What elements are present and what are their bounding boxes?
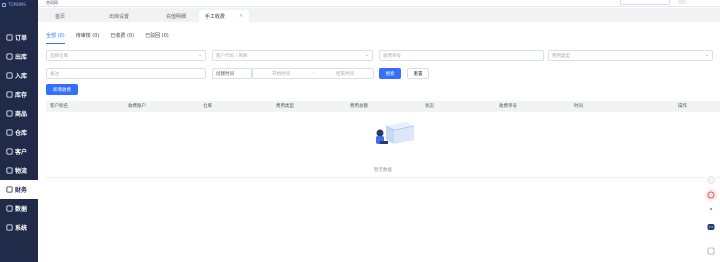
remark-input[interactable]: 备注: [46, 68, 206, 79]
warehouse-select[interactable]: 选择仓库 ⌄: [46, 50, 206, 61]
sidebar-item-inbound[interactable]: 入库: [0, 66, 38, 85]
logo-icon: [2, 2, 6, 7]
placeholder-text: 费用类型: [552, 53, 570, 59]
col-status: 状态: [425, 104, 434, 109]
help-icon[interactable]: [705, 245, 717, 257]
tab-home[interactable]: 首页: [38, 10, 82, 22]
status-tabs: 全部 (0) 待审核 (0) 已收费 (0) 已驳回 (0): [46, 32, 180, 44]
col-warehouse: 仓库: [203, 104, 212, 109]
chevron-down-icon: ⌄: [365, 53, 369, 58]
empty-text: 暂无数据: [374, 168, 392, 173]
col-fee-account: 收费账户: [128, 104, 146, 109]
top-bar: 合同网: [38, 0, 720, 7]
sidebar-item-stock[interactable]: 库存: [0, 85, 38, 104]
outbound-icon: [6, 53, 13, 60]
sidebar-item-orders[interactable]: 订单: [0, 28, 38, 47]
floating-dot-icon[interactable]: [705, 203, 717, 215]
customer-icon: [6, 148, 13, 155]
tab-label: 出库设置: [108, 13, 129, 20]
table-header: 客户别名 收费账户 仓库 费用类型 费用总额 状态 收费单号 时间 操作: [46, 101, 720, 112]
chevron-down-icon: ⌄: [705, 53, 709, 58]
date-range-picker[interactable]: 开始时间 - 结束时间: [252, 68, 374, 79]
reset-button[interactable]: 重置: [407, 68, 429, 79]
page-tabs: 首页 出库设置 充值明细 手工收费 ×: [38, 8, 720, 22]
logistics-icon: [6, 167, 13, 174]
tab-label: 充值明细: [165, 13, 186, 20]
inbound-icon: [6, 72, 13, 79]
tab-label: 手工收费: [204, 13, 225, 20]
col-time: 时间: [574, 104, 583, 109]
user-menu[interactable]: [678, 0, 686, 4]
robot-assistant-icon[interactable]: [705, 221, 717, 233]
sidebar-item-label: 财务: [15, 187, 28, 194]
empty-box-icon: [376, 122, 415, 144]
col-fee-total: 费用总额: [350, 104, 368, 109]
tab-manual-fee[interactable]: 手工收费 ×: [199, 10, 249, 22]
sidebar: TOPWMS 订单出库入库库存商品仓库客户物流财务数据系统: [0, 0, 38, 262]
sidebar-item-goods[interactable]: 商品: [0, 104, 38, 123]
sidebar-item-label: 系统: [15, 225, 28, 232]
orders-icon: [6, 34, 13, 41]
fee-type-select[interactable]: 费用类型 ⌄: [548, 50, 713, 61]
floating-share-icon[interactable]: [705, 189, 717, 201]
time-type-select[interactable]: 创建时间: [212, 68, 252, 79]
sidebar-item-label: 商品: [15, 111, 28, 118]
sidebar-item-label: 库存: [15, 92, 28, 99]
customer-select[interactable]: 客户代码 / 简称 ⌄: [212, 50, 373, 61]
sidebar-item-label: 入库: [15, 73, 28, 80]
data-icon: [6, 205, 13, 212]
placeholder-text: 收费单号: [383, 53, 401, 59]
sidebar-item-label: 客户: [15, 149, 28, 156]
goods-icon: [6, 110, 13, 117]
finance-icon: [6, 186, 13, 193]
global-search-input[interactable]: [620, 0, 670, 5]
subtab-pending[interactable]: 待审核 (0): [76, 32, 100, 44]
start-time-placeholder: 开始时间: [272, 71, 290, 77]
placeholder-text: 备注: [50, 71, 59, 77]
sidebar-item-label: 订单: [15, 35, 28, 42]
time-type-value: 创建时间: [216, 71, 234, 77]
sidebar-item-logistics[interactable]: 物流: [0, 161, 38, 180]
fee-number-input[interactable]: 收费单号: [379, 50, 544, 61]
sidebar-item-data[interactable]: 数据: [0, 199, 38, 218]
search-button[interactable]: 搜索: [379, 68, 401, 79]
add-fee-button[interactable]: 新增收费: [46, 84, 78, 95]
floating-chat-icon[interactable]: [705, 174, 717, 186]
col-fee-number: 收费单号: [499, 104, 517, 109]
system-icon: [6, 224, 13, 231]
main-content: 全部 (0) 待审核 (0) 已收费 (0) 已驳回 (0) 选择仓库 ⌄ 客户…: [38, 22, 720, 262]
sidebar-item-label: 数据: [15, 206, 28, 213]
sidebar-item-label: 出库: [15, 54, 28, 61]
warehouse-icon: [6, 129, 13, 136]
range-separator: -: [312, 71, 314, 76]
sidebar-item-label: 仓库: [15, 130, 28, 137]
subtab-all[interactable]: 全部 (0): [46, 32, 65, 44]
col-actions: 操作: [678, 104, 687, 109]
sidebar-item-customer[interactable]: 客户: [0, 142, 38, 161]
placeholder-text: 选择仓库: [50, 53, 68, 59]
top-title: 合同网: [46, 0, 58, 5]
subtab-charged[interactable]: 已收费 (0): [110, 32, 134, 44]
end-time-placeholder: 结束时间: [336, 71, 354, 77]
tab-label: 首页: [54, 13, 65, 20]
chevron-down-icon: ⌄: [198, 53, 202, 58]
table-body: 暂无数据: [46, 112, 720, 178]
close-icon[interactable]: ×: [239, 13, 243, 19]
col-fee-type: 费用类型: [276, 104, 294, 109]
sidebar-item-warehouse[interactable]: 仓库: [0, 123, 38, 142]
sidebar-item-finance[interactable]: 财务: [0, 180, 38, 199]
subtab-rejected[interactable]: 已驳回 (0): [145, 32, 169, 44]
col-customer-alias: 客户别名: [50, 104, 68, 109]
sidebar-item-outbound[interactable]: 出库: [0, 47, 38, 66]
sidebar-item-label: 物流: [15, 168, 28, 175]
stock-icon: [6, 91, 13, 98]
logo-text: TOPWMS: [8, 2, 26, 7]
placeholder-text: 客户代码 / 简称: [216, 53, 248, 59]
logo: TOPWMS: [0, 0, 38, 9]
sidebar-item-system[interactable]: 系统: [0, 218, 38, 237]
